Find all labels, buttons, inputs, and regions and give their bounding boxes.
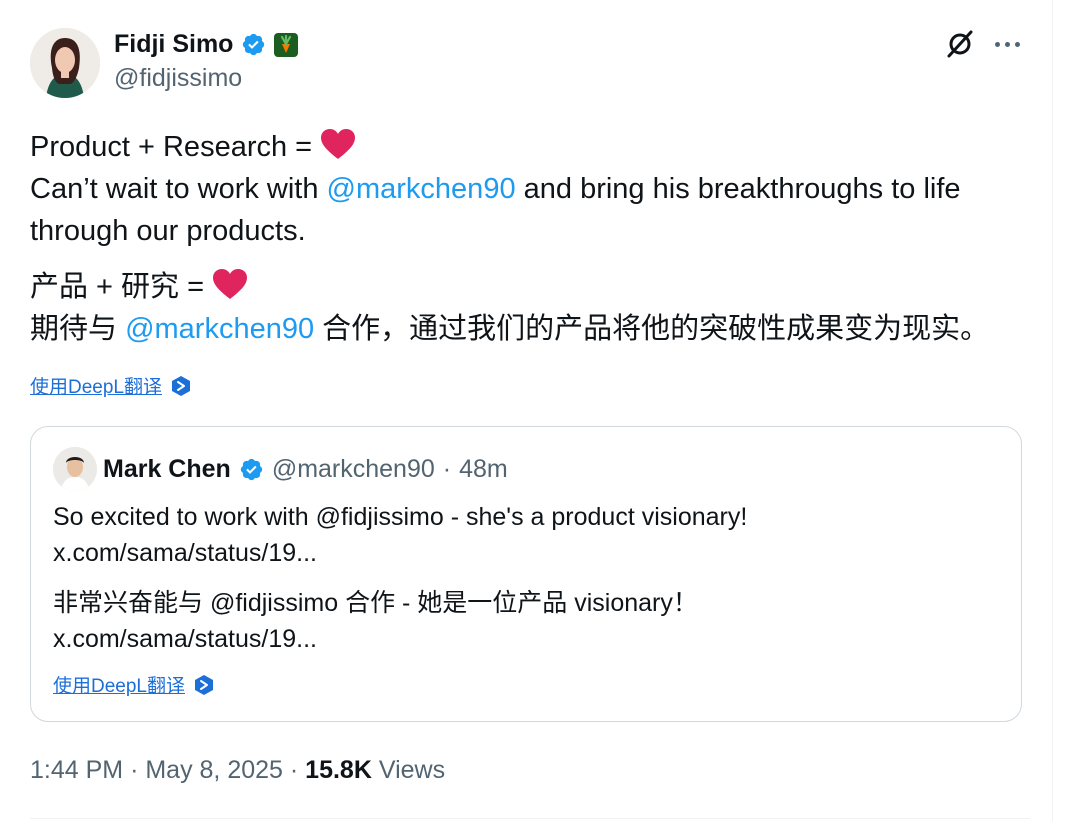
views-count[interactable]: 15.8K <box>305 756 372 784</box>
tweet-date[interactable]: May 8, 2025 <box>145 756 283 784</box>
divider <box>30 818 1030 819</box>
quoted-link-1[interactable]: x.com/sama/status/19... <box>53 539 317 567</box>
quoted-author-row[interactable]: Mark Chen @markchen90 · 48m <box>103 455 508 484</box>
tweet-card: Fidji Simo @fidjissimo Product + Researc… <box>0 0 1053 821</box>
author-handle[interactable]: @fidjissimo <box>114 64 242 93</box>
mention-link[interactable]: @markchen90 <box>327 173 516 205</box>
quoted-timestamp[interactable]: 48m <box>459 455 508 484</box>
tweet-text: Product + Research = Can’t wait to work … <box>30 126 1040 350</box>
deepl-icon <box>172 375 190 396</box>
verified-badge-icon <box>240 458 262 481</box>
tweet-line-2-pre: Can’t wait to work with <box>30 173 327 205</box>
views-label: Views <box>378 756 446 784</box>
deepl-icon <box>195 674 213 695</box>
quoted-link-2[interactable]: x.com/sama/status/19... <box>53 625 317 653</box>
translate-label[interactable]: 使用DeepL翻译 <box>30 372 162 399</box>
separator-dot: · <box>442 455 452 483</box>
more-options-icon[interactable] <box>990 28 1024 60</box>
author-name[interactable]: Fidji Simo <box>114 30 233 59</box>
tweet-time[interactable]: 1:44 PM <box>30 756 123 784</box>
quoted-author-avatar[interactable] <box>53 447 97 491</box>
tweet-zh-line-1: 产品 + 研究 = <box>30 271 213 303</box>
tweet-zh-line-2-pre: 期待与 <box>30 313 126 345</box>
mention-link[interactable]: @markchen90 <box>125 313 314 345</box>
tweet-meta: 1:44 PM · May 8, 2025 · 15.8K Views <box>30 756 445 785</box>
quoted-tweet[interactable]: Mark Chen @markchen90 · 48m So excited t… <box>30 426 1022 722</box>
tweet-line-1: Product + Research = <box>30 131 321 163</box>
quoted-author-handle[interactable]: @markchen90 <box>272 455 435 484</box>
heart-emoji-icon <box>321 129 356 159</box>
quoted-text: So excited to work with @fidjissimo - sh… <box>53 499 1003 657</box>
quoted-author-name[interactable]: Mark Chen <box>103 455 231 484</box>
affiliate-badge-icon[interactable] <box>274 32 299 57</box>
translate-link[interactable]: 使用DeepL翻译 <box>30 372 192 399</box>
separator-dot: · <box>289 756 299 784</box>
heart-emoji-icon <box>213 269 248 299</box>
tweet-zh-line-2-post: 合作，通过我们的产品将他的突破性成果变为现实。 <box>314 313 990 345</box>
quoted-line-1: So excited to work with @fidjissimo - sh… <box>53 503 748 531</box>
author-name-row[interactable]: Fidji Simo <box>114 30 299 59</box>
author-avatar[interactable] <box>30 28 100 98</box>
separator-dot: · <box>130 756 139 784</box>
quoted-translate-link[interactable]: 使用DeepL翻译 <box>53 671 215 698</box>
quoted-translate-label[interactable]: 使用DeepL翻译 <box>53 671 185 698</box>
verified-badge-icon <box>243 33 265 56</box>
quoted-zh-line-1: 非常兴奋能与 @fidjissimo 合作 - 她是一位产品 visionary… <box>53 589 698 617</box>
grok-icon[interactable] <box>944 28 976 60</box>
